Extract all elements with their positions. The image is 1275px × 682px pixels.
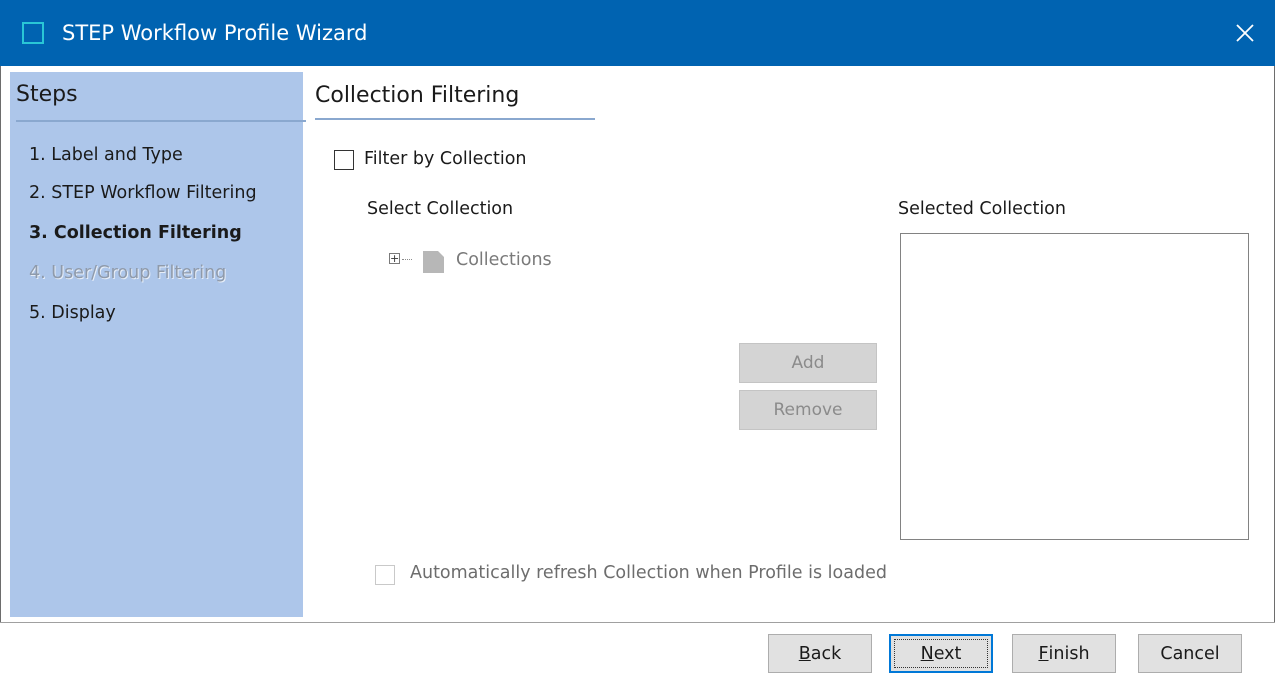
- back-button[interactable]: Back: [768, 634, 872, 673]
- steps-heading: Steps: [16, 82, 78, 107]
- page-title: Collection Filtering: [315, 83, 520, 108]
- cancel-button[interactable]: Cancel: [1138, 634, 1242, 673]
- step-item-display[interactable]: 5. Display: [29, 303, 116, 323]
- page-title-divider: [315, 118, 595, 120]
- tree-node-collections[interactable]: Collections: [456, 250, 552, 270]
- finish-label: inish: [1048, 643, 1090, 664]
- window-title: STEP Workflow Profile Wizard: [62, 21, 368, 45]
- finish-button[interactable]: Finish: [1012, 634, 1116, 673]
- step-item-user-group-filtering: 4. User/Group Filtering: [29, 263, 227, 283]
- app-window-icon: [22, 22, 44, 44]
- step-item-collection-filtering[interactable]: 3. Collection Filtering: [29, 223, 242, 243]
- remove-button[interactable]: Remove: [739, 390, 877, 430]
- footer-divider: [0, 622, 1275, 623]
- back-mnemonic: B: [798, 643, 811, 664]
- step-item-workflow-filtering[interactable]: 2. STEP Workflow Filtering: [29, 183, 257, 203]
- auto-refresh-label: Automatically refresh Collection when Pr…: [410, 563, 887, 583]
- finish-mnemonic: F: [1038, 643, 1049, 664]
- back-label: ack: [810, 643, 842, 664]
- auto-refresh-checkbox[interactable]: [375, 565, 395, 585]
- filter-by-collection-checkbox[interactable]: [334, 150, 354, 170]
- filter-by-collection-label[interactable]: Filter by Collection: [364, 149, 527, 169]
- selected-collection-label: Selected Collection: [898, 199, 1066, 219]
- title-bar[interactable]: STEP Workflow Profile Wizard: [0, 0, 1275, 66]
- next-button[interactable]: Next: [889, 634, 993, 673]
- focus-ring: [894, 639, 988, 668]
- tree-connector: [402, 259, 412, 260]
- folder-icon: [423, 251, 444, 273]
- steps-heading-divider: [16, 120, 306, 122]
- add-button[interactable]: Add: [739, 343, 877, 383]
- selected-collection-list[interactable]: [900, 233, 1249, 540]
- close-icon: [1236, 24, 1254, 42]
- expand-icon[interactable]: +: [389, 253, 400, 264]
- step-item-label-and-type[interactable]: 1. Label and Type: [29, 145, 183, 165]
- close-button[interactable]: [1225, 13, 1265, 53]
- select-collection-label: Select Collection: [367, 199, 514, 219]
